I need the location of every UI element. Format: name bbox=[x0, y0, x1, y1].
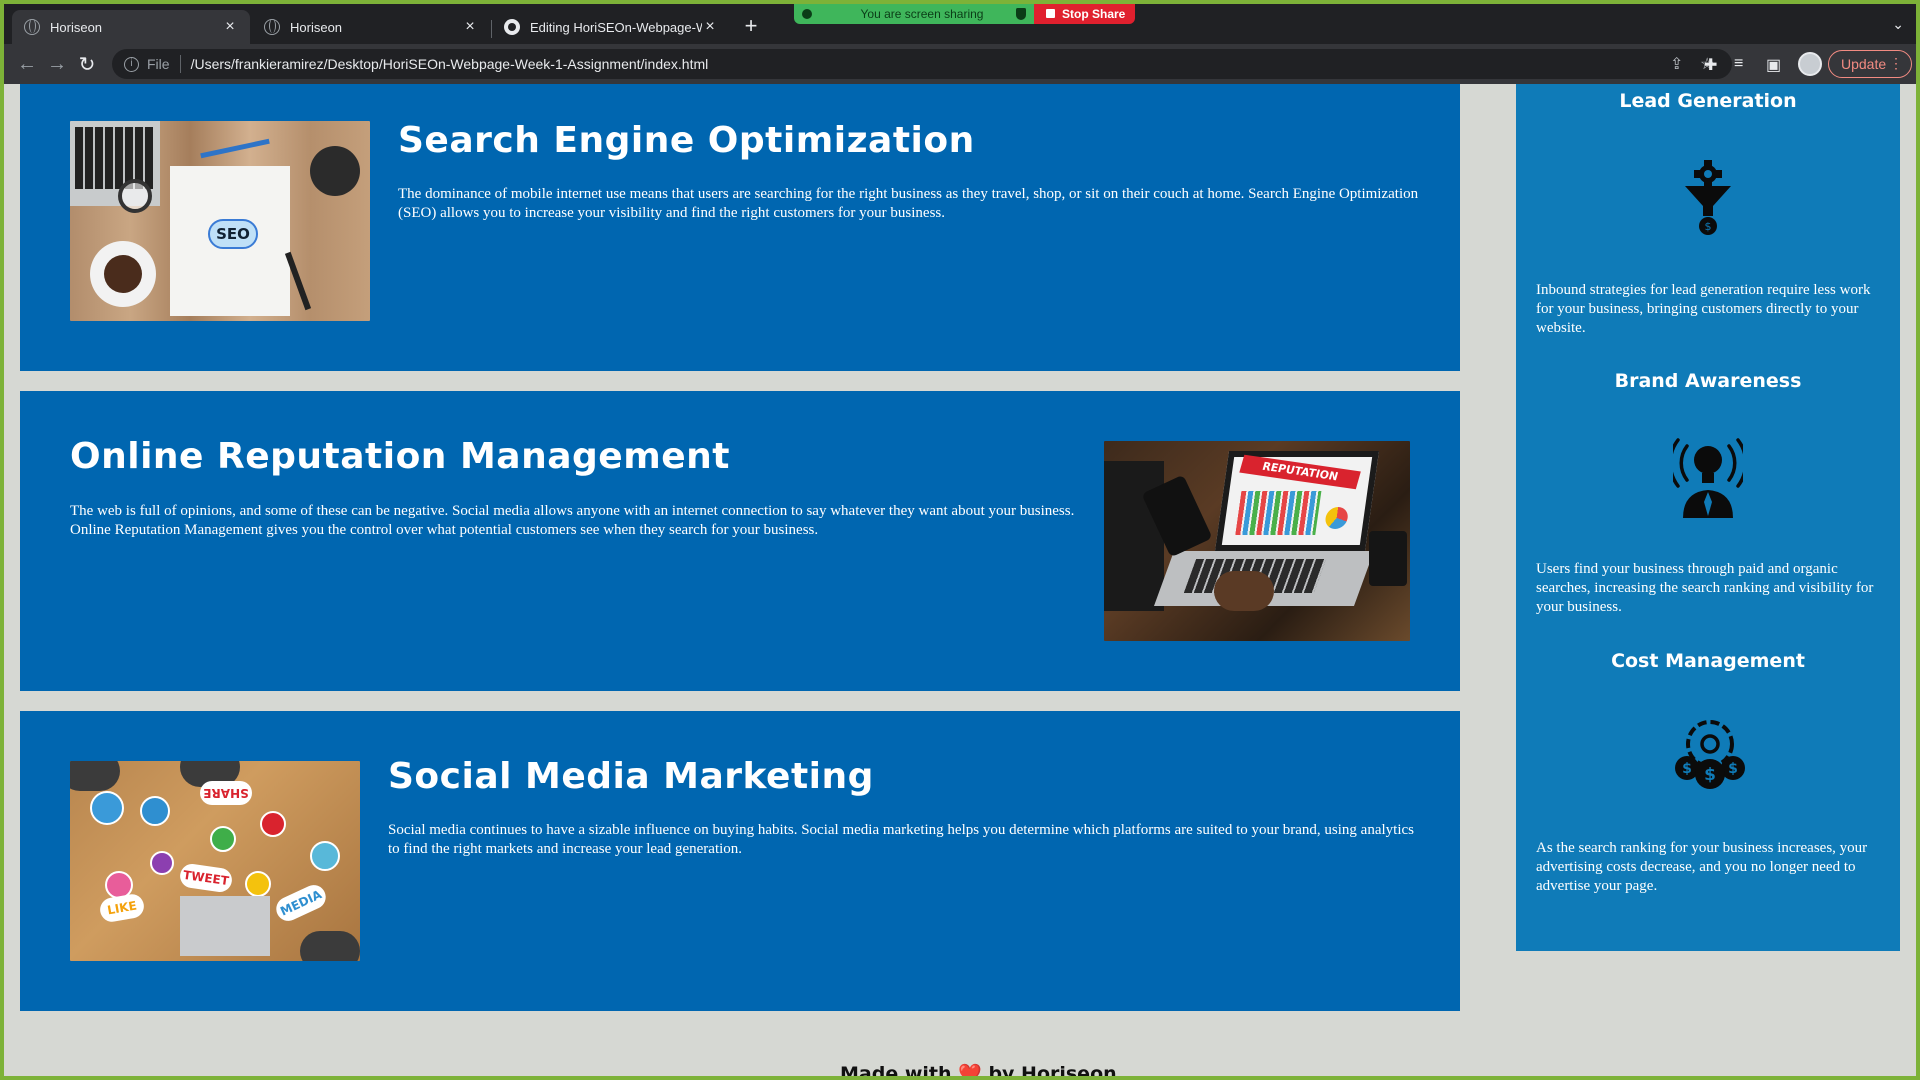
benefit-title: Cost Management bbox=[1611, 650, 1805, 672]
address-separator bbox=[179, 55, 181, 73]
page-viewport[interactable]: SEO Search Engine Optimization The domin… bbox=[4, 84, 1916, 1076]
tweet-bubble: TWEET bbox=[178, 862, 234, 894]
social-icon bbox=[90, 791, 124, 825]
svg-text:$: $ bbox=[1728, 761, 1738, 777]
share-icon bbox=[802, 9, 812, 19]
tab-search-button[interactable]: ⌄ bbox=[1892, 16, 1904, 33]
service-reputation: Online Reputation Management The web is … bbox=[20, 391, 1460, 691]
extensions-icon[interactable]: ✚ bbox=[1704, 55, 1717, 75]
person-illustration bbox=[300, 931, 360, 961]
tab-title: Horiseon bbox=[50, 19, 103, 35]
tab-title: Horiseon bbox=[290, 19, 343, 35]
service-title: Search Engine Optimization bbox=[398, 120, 975, 161]
bar-chart-illustration bbox=[1235, 491, 1322, 535]
info-icon[interactable]: i bbox=[124, 56, 139, 72]
service-body: The dominance of mobile internet use mea… bbox=[398, 186, 1419, 221]
benefit-body: Inbound strategies for lead generation r… bbox=[1536, 282, 1871, 336]
share-bubble: SHARE bbox=[200, 781, 252, 805]
tab-github-editing[interactable]: Editing HoriSEOn-Webpage-W × bbox=[492, 10, 730, 44]
update-button[interactable]: Update ⋮ bbox=[1828, 50, 1912, 78]
close-icon[interactable]: × bbox=[462, 18, 478, 36]
update-label: Update bbox=[1841, 56, 1887, 72]
forward-button[interactable]: → bbox=[42, 53, 72, 76]
hand-illustration bbox=[1214, 571, 1274, 611]
tab-strip: Horiseon × Horiseon × Editing HoriSEOn-W… bbox=[4, 4, 1916, 44]
benefit-body: As the search ranking for your business … bbox=[1536, 840, 1868, 894]
lead-funnel-icon: $ bbox=[1685, 160, 1731, 235]
profile-avatar[interactable] bbox=[1798, 52, 1822, 76]
stop-share-button[interactable]: Stop Share bbox=[1034, 4, 1136, 24]
browser-window: Horiseon × Horiseon × Editing HoriSEOn-W… bbox=[4, 4, 1916, 1076]
gear-dollar-icon: $ $ $ bbox=[1675, 720, 1745, 789]
pen-cup-illustration bbox=[310, 146, 360, 196]
reload-button[interactable]: ↻ bbox=[72, 52, 102, 77]
cloud-icon bbox=[140, 796, 170, 826]
tab-horiseon-1[interactable]: Horiseon × bbox=[12, 10, 250, 44]
side-panel-icon[interactable]: ▣ bbox=[1766, 55, 1781, 75]
screen-share-text: You are screen sharing bbox=[860, 7, 984, 21]
social-icon bbox=[260, 811, 286, 837]
service-social: SHARE TWEET LIKE MEDIA Social Media Mark… bbox=[20, 711, 1460, 1011]
back-button[interactable]: ← bbox=[12, 53, 42, 76]
arm-illustration bbox=[1104, 461, 1164, 611]
footer-credit: Made with ❤️ by Horiseon bbox=[840, 1062, 1117, 1076]
benefit-body: Users find your business through paid an… bbox=[1536, 561, 1874, 615]
address-scheme: File bbox=[147, 56, 170, 72]
address-url[interactable]: /Users/frankieramirez/Desktop/HoriSEOn-W… bbox=[191, 56, 709, 72]
share-page-icon[interactable]: ⇪ bbox=[1670, 54, 1683, 74]
globe-icon bbox=[24, 19, 40, 35]
reputation-banner: REPUTATION bbox=[1239, 454, 1361, 490]
benefit-title: Lead Generation bbox=[1619, 90, 1797, 112]
footer-prefix: Made with bbox=[840, 1063, 952, 1076]
reading-list-icon[interactable]: ≡ bbox=[1734, 55, 1743, 73]
laptop-illustration bbox=[180, 896, 270, 956]
seo-cloud-label: SEO bbox=[208, 219, 258, 249]
svg-text:$: $ bbox=[1682, 761, 1692, 777]
robot-icon bbox=[310, 841, 340, 871]
benefit-title: Brand Awareness bbox=[1614, 370, 1802, 392]
social-icon bbox=[150, 851, 174, 875]
service-body: The web is full of opinions, and some of… bbox=[70, 503, 1075, 538]
screen-share-message: You are screen sharing bbox=[794, 4, 1034, 24]
browser-toolbar: ← → ↻ i File /Users/frankieramirez/Deskt… bbox=[4, 44, 1916, 84]
service-title: Social Media Marketing bbox=[388, 756, 874, 797]
service-seo: SEO Search Engine Optimization The domin… bbox=[20, 84, 1460, 371]
svg-text:$: $ bbox=[1704, 765, 1716, 785]
close-icon[interactable]: × bbox=[222, 18, 238, 36]
shield-icon bbox=[1016, 8, 1026, 20]
coffee-cup-illustration bbox=[90, 241, 156, 307]
stop-share-label: Stop Share bbox=[1062, 7, 1126, 21]
github-icon bbox=[504, 19, 520, 35]
service-title: Online Reputation Management bbox=[70, 436, 730, 477]
like-bubble: LIKE bbox=[98, 892, 146, 924]
pie-chart-illustration bbox=[1324, 507, 1350, 529]
seo-image: SEO bbox=[70, 121, 370, 321]
social-media-image: SHARE TWEET LIKE MEDIA bbox=[70, 761, 360, 961]
tab-horiseon-2[interactable]: Horiseon × bbox=[252, 10, 490, 44]
magnifier-illustration bbox=[118, 179, 152, 213]
lightbulb-person-icon bbox=[1673, 438, 1743, 518]
media-bubble: MEDIA bbox=[272, 881, 330, 925]
person-illustration bbox=[70, 761, 120, 791]
benefits-sidebar: Lead Generation $ Inbound strategies for bbox=[1516, 84, 1900, 951]
heart-icon: ❤️ bbox=[958, 1063, 982, 1076]
stop-icon bbox=[1046, 9, 1055, 18]
new-tab-button[interactable]: + bbox=[737, 13, 765, 39]
mug-illustration bbox=[1369, 531, 1407, 586]
screen-share-bar: You are screen sharing Stop Share bbox=[794, 4, 1136, 24]
pen-illustration bbox=[200, 138, 270, 159]
camera-icon bbox=[210, 826, 236, 852]
tab-title: Editing HoriSEOn-Webpage-W bbox=[530, 19, 702, 35]
globe-icon bbox=[264, 19, 280, 35]
svg-text:$: $ bbox=[1705, 220, 1712, 233]
footer-suffix: by Horiseon bbox=[988, 1063, 1117, 1076]
social-icon bbox=[245, 871, 271, 897]
reputation-image: REPUTATION bbox=[1104, 441, 1410, 641]
address-bar[interactable]: i File /Users/frankieramirez/Desktop/Hor… bbox=[112, 49, 1732, 79]
close-icon[interactable]: × bbox=[702, 18, 718, 36]
service-body: Social media continues to have a sizable… bbox=[388, 822, 1414, 857]
menu-dots-icon[interactable]: ⋮ bbox=[1889, 55, 1903, 72]
laptop-screen-illustration: REPUTATION bbox=[1214, 451, 1380, 551]
